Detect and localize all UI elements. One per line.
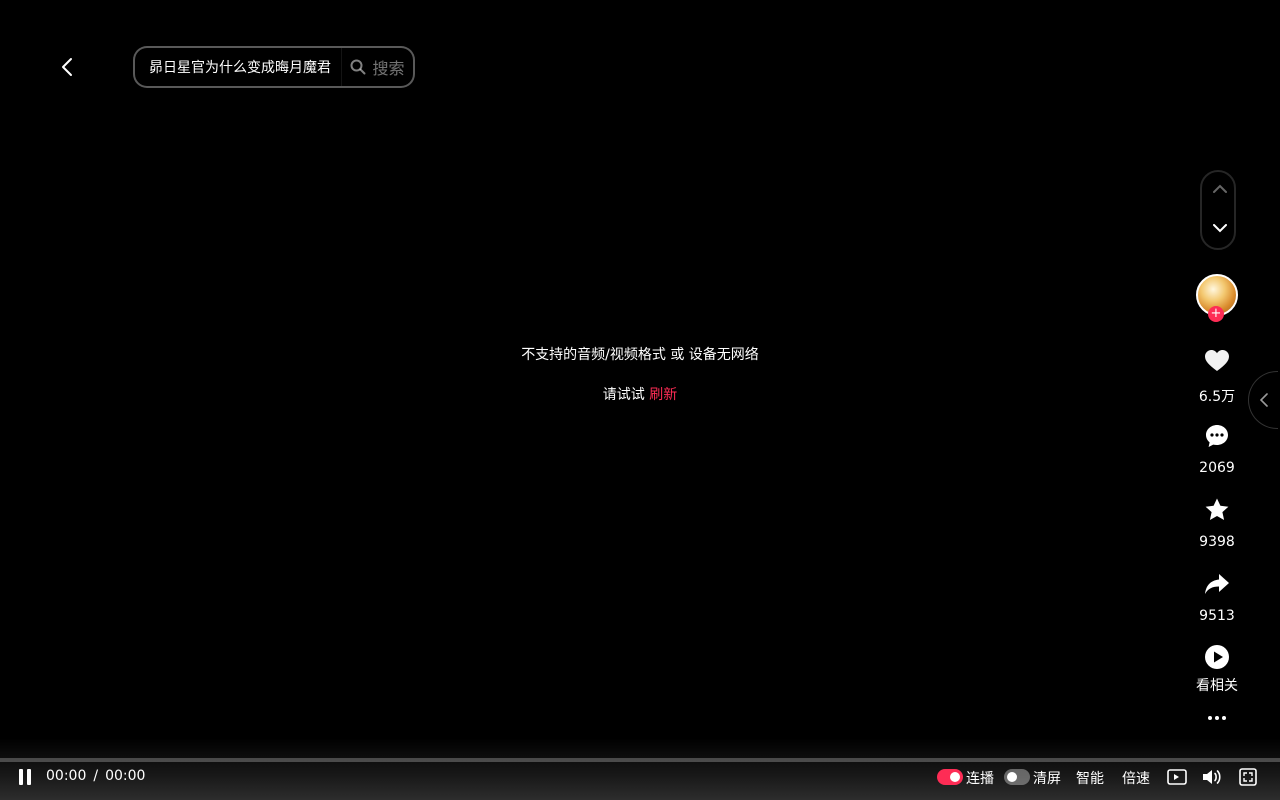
chevron-left-icon [61,58,72,76]
duration: 00:00 [105,768,146,784]
progress-bar[interactable] [0,752,1280,768]
clear-screen-toggle[interactable] [1004,769,1030,785]
play-circle-icon [1205,645,1229,669]
chevron-left-icon [1259,393,1268,407]
search-button-label: 搜索 [372,59,405,78]
pause-icon [19,769,23,785]
follow-button[interactable]: + [1208,306,1224,322]
video-nav [1200,170,1236,250]
volume-icon [1203,770,1221,784]
back-button[interactable] [54,51,79,83]
more-dot [1215,716,1219,720]
picture-in-picture-icon [1167,769,1187,785]
share-icon [1205,574,1229,594]
search-button[interactable]: 搜索 [341,48,413,86]
toggle-knob [950,772,960,782]
star-icon [1205,498,1229,520]
toggle-knob [1007,772,1017,782]
fullscreen-button[interactable] [1237,766,1259,788]
comment-count: 2069 [1199,460,1235,476]
more-dots-icon [1208,716,1212,720]
favorite-count: 9398 [1199,534,1235,550]
next-video-button[interactable] [1210,220,1230,236]
related-button[interactable] [1200,641,1234,673]
time-display: 00:00 / 00:00 [46,768,145,784]
autoplay-label: 连播 [966,771,994,787]
fullscreen-icon [1239,768,1257,786]
search-box: 搜索 [133,46,415,88]
more-button[interactable] [1204,710,1230,726]
current-time: 00:00 [46,768,87,784]
related-label: 看相关 [1196,678,1238,694]
share-count: 9513 [1199,608,1235,624]
pause-icon-bar [27,769,31,785]
speed-button[interactable]: 倍速 [1122,768,1150,788]
refresh-link[interactable]: 刷新 [649,387,677,403]
smart-button[interactable]: 智能 [1076,768,1104,788]
autoplay-toggle[interactable] [937,769,963,785]
side-panel-toggle[interactable] [1248,371,1278,429]
time-separator: / [93,768,99,784]
chevron-down-icon [1213,223,1227,232]
clear-screen-label: 清屏 [1033,771,1061,787]
chevron-up-icon [1213,184,1227,193]
share-button[interactable] [1200,568,1234,600]
favorite-button[interactable] [1200,494,1234,526]
pause-button[interactable] [14,766,36,788]
error-message: 不支持的音频/视频格式 或 设备无网络 [521,347,759,363]
volume-button[interactable] [1201,766,1223,788]
like-button[interactable] [1200,345,1234,377]
retry-prefix: 请试试 [602,387,645,403]
comment-icon [1206,425,1228,447]
heart-icon [1205,350,1229,371]
like-count: 6.5万 [1198,389,1236,405]
more-dot [1222,716,1226,720]
previous-video-button[interactable] [1210,180,1230,196]
search-icon [350,59,366,75]
search-input[interactable] [135,48,341,86]
comment-button[interactable] [1200,420,1234,452]
picture-in-picture-button[interactable] [1166,766,1188,788]
progress-track [0,758,1280,762]
retry-row: 请试试 刷新 [0,384,1280,404]
